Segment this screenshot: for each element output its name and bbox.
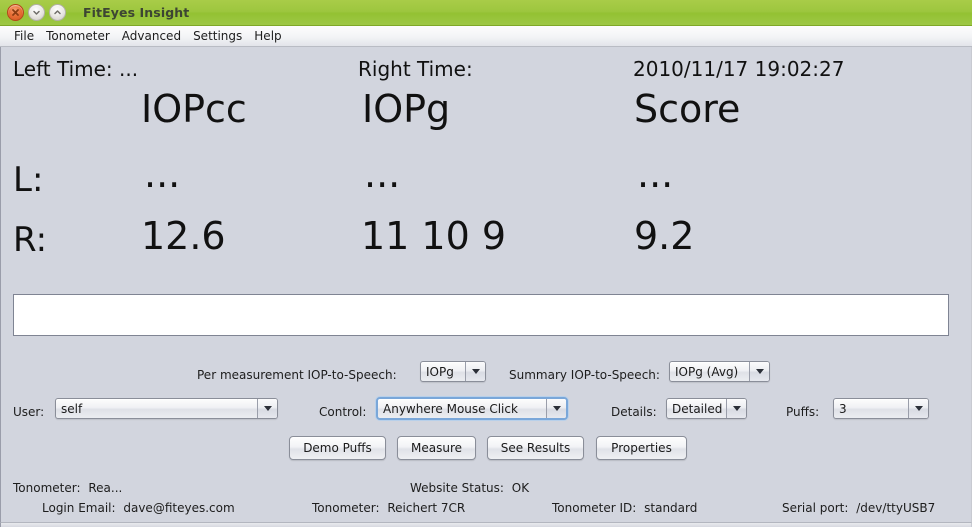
- chevron-down-icon[interactable]: [749, 362, 769, 381]
- menu-item-file[interactable]: File: [8, 28, 40, 45]
- footer-serial-port-value: /dev/ttyUSB7: [856, 501, 936, 515]
- row-right-iopg: 11 10 9: [361, 214, 507, 258]
- tonometer-status: Tonometer: Rea...: [13, 481, 122, 493]
- row-left-iopcc: ...: [144, 152, 181, 196]
- row-left-iopg: ...: [364, 152, 401, 196]
- summary-speech-value: IOPg (Avg): [675, 364, 739, 379]
- chevron-down-icon[interactable]: [546, 399, 566, 418]
- footer-serial-port: Serial port: /dev/ttyUSB7: [782, 501, 935, 515]
- control-label: Control:: [319, 405, 367, 419]
- per-measurement-speech-select[interactable]: IOPg: [420, 361, 486, 382]
- chevron-down-icon[interactable]: [726, 399, 746, 418]
- footer-tonometer-id-value: standard: [644, 501, 698, 515]
- window-bottom-edge: [0, 523, 972, 527]
- left-time: Left Time: ...: [13, 57, 138, 81]
- footer-tonometer-id-label: Tonometer ID:: [552, 501, 637, 515]
- user-value: self: [61, 401, 83, 416]
- column-header-iopcc: IOPcc: [141, 87, 247, 131]
- chevron-down-icon[interactable]: [465, 362, 485, 381]
- maximize-button[interactable]: [49, 4, 66, 21]
- login-email-label: Login Email:: [42, 501, 116, 515]
- right-time-label: Right Time:: [358, 57, 473, 81]
- details-select[interactable]: Detailed: [666, 398, 747, 419]
- summary-speech-label: Summary IOP-to-Speech:: [509, 368, 660, 382]
- column-header-iopg: IOPg: [362, 87, 451, 131]
- properties-button[interactable]: Properties: [596, 436, 687, 460]
- website-status: Website Status: OK: [410, 481, 529, 493]
- row-right-score: 9.2: [634, 214, 695, 258]
- title-bar: FitEyes Insight: [0, 0, 972, 26]
- footer-tonometer: Tonometer: Reichert 7CR: [312, 501, 465, 515]
- menu-bar: File Tonometer Advanced Settings Help: [0, 26, 972, 47]
- website-status-label: Website Status:: [410, 481, 504, 493]
- login-email: Login Email: dave@fiteyes.com: [42, 501, 235, 515]
- details-label: Details:: [611, 405, 657, 419]
- user-label: User:: [13, 405, 45, 419]
- puffs-value: 3: [839, 401, 847, 416]
- row-label-right: R:: [13, 220, 48, 260]
- log-text-field[interactable]: [13, 294, 949, 336]
- per-measurement-speech-value: IOPg: [426, 364, 454, 379]
- footer-tonometer-label: Tonometer:: [312, 501, 380, 515]
- left-time-label: Left Time:: [13, 57, 113, 81]
- row-left-score: ...: [637, 152, 674, 196]
- tonometer-status-label: Tonometer:: [13, 481, 81, 493]
- per-measurement-speech-label: Per measurement IOP-to-Speech:: [197, 368, 397, 382]
- user-select[interactable]: self: [55, 398, 278, 419]
- footer-serial-port-label: Serial port:: [782, 501, 849, 515]
- footer-tonometer-value: Reichert 7CR: [387, 501, 466, 515]
- see-results-button[interactable]: See Results: [487, 436, 584, 460]
- right-time: Right Time:: [358, 57, 473, 81]
- menu-item-settings[interactable]: Settings: [187, 28, 248, 45]
- close-button[interactable]: [7, 4, 24, 21]
- application-window: FitEyes Insight File Tonometer Advanced …: [0, 0, 972, 527]
- puffs-select[interactable]: 3: [833, 398, 929, 419]
- close-icon: [12, 9, 19, 16]
- left-time-value: ...: [119, 57, 139, 81]
- timestamp: 2010/11/17 19:02:27: [633, 57, 845, 81]
- main-content: Left Time: ... Right Time: 2010/11/17 19…: [0, 47, 972, 493]
- chevron-down-icon[interactable]: [257, 399, 277, 418]
- login-email-value: dave@fiteyes.com: [123, 501, 235, 515]
- chevron-down-icon[interactable]: [908, 399, 928, 418]
- control-select[interactable]: Anywhere Mouse Click: [376, 397, 568, 420]
- column-header-score: Score: [634, 87, 741, 131]
- row-right-iopcc: 12.6: [141, 214, 226, 258]
- footer-tonometer-id: Tonometer ID: standard: [552, 501, 697, 515]
- minimize-button[interactable]: [28, 4, 45, 21]
- chevron-up-icon: [54, 10, 61, 15]
- details-value: Detailed: [672, 401, 723, 416]
- measure-button[interactable]: Measure: [397, 436, 476, 460]
- website-status-value: OK: [511, 481, 530, 493]
- footer-status-bar: Login Email: dave@fiteyes.com Tonometer:…: [0, 493, 972, 523]
- demo-puffs-button[interactable]: Demo Puffs: [289, 436, 386, 460]
- menu-item-help[interactable]: Help: [248, 28, 287, 45]
- control-value: Anywhere Mouse Click: [383, 401, 518, 416]
- window-title: FitEyes Insight: [83, 5, 190, 20]
- chevron-down-icon: [33, 10, 40, 15]
- tonometer-status-value: Rea...: [88, 481, 123, 493]
- menu-item-advanced[interactable]: Advanced: [116, 28, 187, 45]
- puffs-label: Puffs:: [786, 405, 820, 419]
- menu-item-tonometer[interactable]: Tonometer: [40, 28, 116, 45]
- window-controls: [7, 4, 66, 21]
- summary-speech-select[interactable]: IOPg (Avg): [669, 361, 770, 382]
- row-label-left: L:: [13, 160, 44, 200]
